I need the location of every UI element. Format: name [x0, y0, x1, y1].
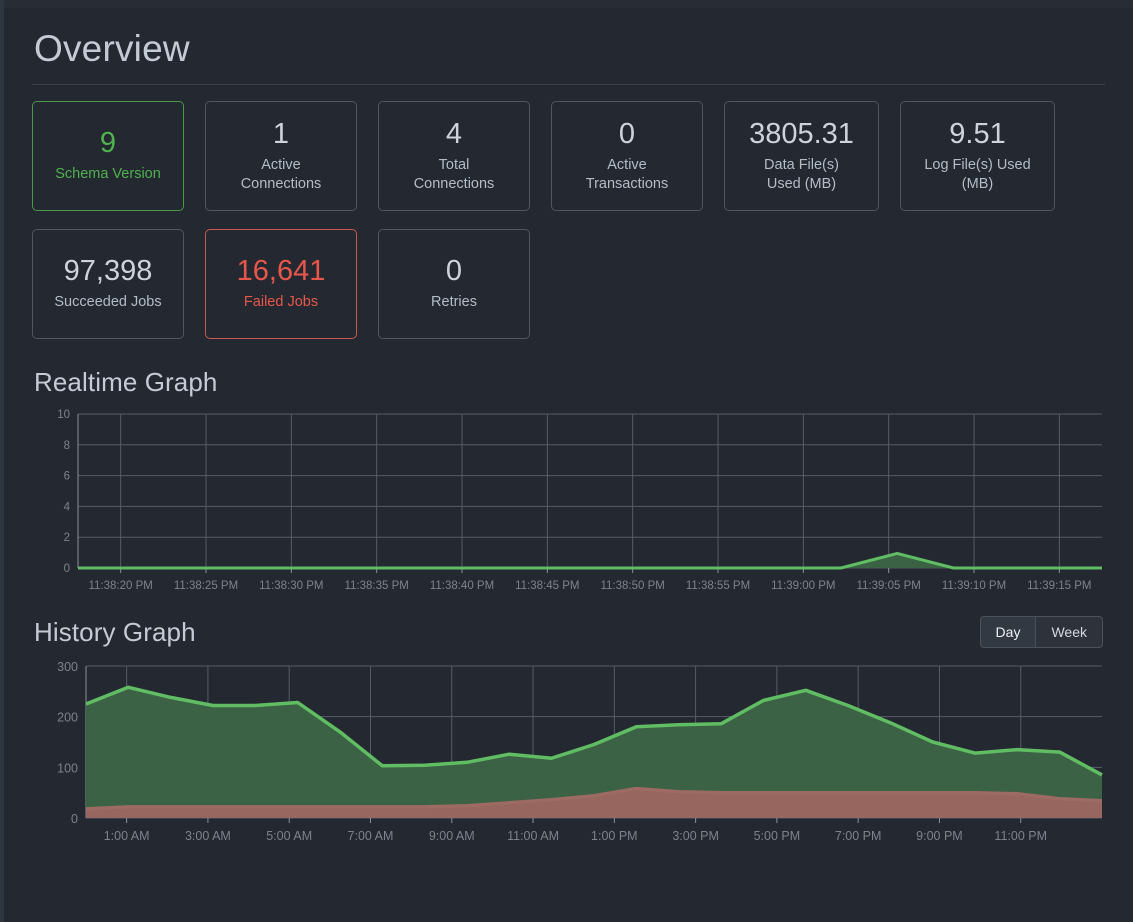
stat-value: 4 [445, 117, 463, 150]
y-tick-label: 2 [64, 532, 70, 544]
x-tick-label: 11:39:00 PM [771, 580, 835, 592]
stat-card[interactable]: 16,641 Failed Jobs [205, 229, 357, 339]
stat-card[interactable]: 9.51 Log File(s) Used (MB) [900, 101, 1055, 211]
stat-value: 3805.31 [749, 117, 854, 150]
x-tick-label: 11:39:10 PM [942, 580, 1006, 592]
stat-card[interactable]: 0 Retries [378, 229, 530, 339]
window-top-strip [0, 0, 1133, 8]
page-title: Overview [34, 28, 190, 69]
stat-label: Retries [431, 294, 477, 311]
overview-page: Overview 9 Schema Version 1 Active Connectio… [4, 8, 1133, 922]
x-tick-label: 11:38:45 PM [515, 580, 579, 592]
realtime-series-line [78, 551, 1102, 570]
stat-card[interactable]: 3805.31 Data File(s) Used (MB) [724, 101, 879, 211]
x-tick-label: 11:38:55 PM [686, 580, 750, 592]
x-tick-label: 3:00 AM [185, 829, 231, 843]
realtime-graph-svg: 0 2 4 6 8 10 11:38:20 PM 11:38:25 PM 11:38:30 PM… [57, 409, 1102, 592]
history-graph-svg: 0 100 200 300 1:00 AM 3:00 AM 5:00 AM 7:00 AM 9:… [57, 660, 1103, 843]
x-tick-label: 7:00 AM [348, 829, 394, 843]
x-tick-label: 7:00 PM [835, 829, 882, 843]
history-graph-title: History Graph [34, 617, 196, 647]
stat-value: 97,398 [63, 254, 153, 287]
realtime-graph-header: Realtime Graph [32, 357, 1105, 406]
stat-label: Total Connections [413, 156, 495, 192]
stat-card[interactable]: 0 Active Transactions [551, 101, 703, 211]
history-graph-header: History Graph Day Week [32, 606, 1105, 656]
x-tick-label: 11:38:25 PM [174, 580, 238, 592]
x-tick-label: 11:00 PM [994, 829, 1047, 843]
realtime-graph-title: Realtime Graph [34, 367, 218, 397]
x-tick-label: 11:39:15 PM [1027, 580, 1091, 592]
stat-value: 0 [618, 117, 636, 150]
y-tick-label: 200 [57, 711, 78, 725]
x-tick-label: 11:38:20 PM [88, 580, 152, 592]
x-tick-label: 1:00 AM [104, 829, 150, 843]
stat-card-row-1: 9 Schema Version 1 Active Connections 4 Total C… [32, 101, 1105, 211]
stat-value: 9 [99, 126, 117, 159]
y-tick-label: 0 [64, 563, 70, 575]
x-tick-label: 3:00 PM [672, 829, 719, 843]
history-range-toggle[interactable]: Day Week [979, 616, 1103, 648]
x-tick-label: 9:00 PM [916, 829, 963, 843]
stat-value: 1 [272, 117, 290, 150]
x-tick-label: 11:38:50 PM [600, 580, 664, 592]
stat-value: 9.51 [949, 117, 1006, 150]
stat-label: Succeeded Jobs [54, 294, 162, 311]
stat-label: Data File(s) Used (MB) [764, 156, 839, 192]
stat-label: Failed Jobs [243, 294, 319, 311]
x-tick-label: 9:00 AM [429, 829, 475, 843]
stat-label: Schema Version [55, 166, 161, 183]
stat-label: Active Transactions [585, 156, 669, 192]
stat-card[interactable]: 97,398 Succeeded Jobs [32, 229, 184, 339]
stat-card[interactable]: 1 Active Connections [205, 101, 357, 211]
x-tick-label: 1:00 PM [591, 829, 638, 843]
history-range-week-button[interactable]: Week [1035, 616, 1103, 648]
stat-card[interactable]: 4 Total Connections [378, 101, 530, 211]
stat-card[interactable]: 9 Schema Version [32, 101, 184, 211]
x-tick-label: 5:00 AM [266, 829, 312, 843]
stat-value: 16,641 [236, 254, 326, 287]
history-graph-chart: 0 100 200 300 1:00 AM 3:00 AM 5:00 AM 7:00 AM 9:… [32, 656, 1105, 856]
stat-value: 0 [445, 254, 463, 287]
x-tick-label: 11:38:35 PM [344, 580, 408, 592]
y-tick-label: 6 [64, 471, 70, 483]
history-range-day-button[interactable]: Day [979, 616, 1036, 648]
y-tick-label: 300 [57, 660, 78, 674]
realtime-graph-chart: 0 2 4 6 8 10 11:38:20 PM 11:38:25 PM 11:38:30 PM… [32, 406, 1105, 606]
title-divider [32, 84, 1105, 85]
y-tick-label: 10 [57, 409, 70, 421]
stat-label: Active Connections [240, 156, 322, 192]
x-tick-label: 11:38:40 PM [430, 580, 494, 592]
y-tick-label: 8 [64, 440, 70, 452]
y-tick-label: 4 [64, 501, 71, 513]
x-tick-label: 11:00 AM [507, 829, 559, 843]
x-tick-label: 5:00 PM [754, 829, 801, 843]
stat-card-row-2: 97,398 Succeeded Jobs 16,641 Failed Jobs 0 Re… [32, 229, 1105, 339]
y-tick-label: 0 [71, 812, 78, 826]
x-tick-label: 11:38:30 PM [259, 580, 323, 592]
stat-label: Log File(s) Used (MB) [924, 156, 1031, 192]
x-tick-label: 11:39:05 PM [856, 580, 920, 592]
y-tick-label: 100 [57, 761, 78, 775]
